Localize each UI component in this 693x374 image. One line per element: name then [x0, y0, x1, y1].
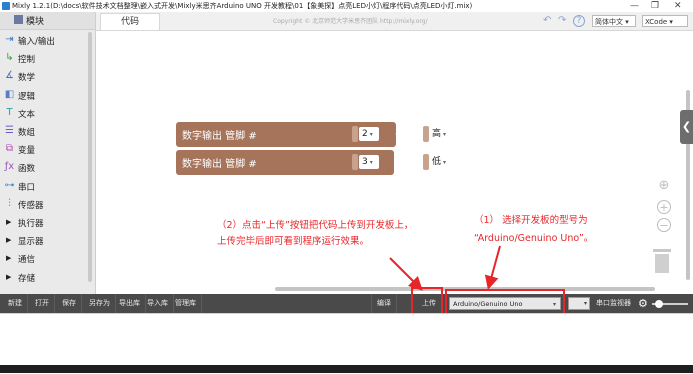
expand-triangle-icon: ▶ [6, 218, 12, 226]
pin-dropdown[interactable]: 2 ▾ [359, 127, 379, 141]
sidebar-item-13[interactable]: ▶ 存储 [0, 269, 95, 287]
level-dropdown[interactable]: 高 ▾ [429, 127, 457, 141]
expand-triangle-icon: ▶ [6, 272, 12, 281]
sidebar-item-10[interactable]: ▶ 执行器 [0, 214, 95, 232]
digital-write-block-1[interactable]: 数字输出 管脚 # 2 ▾ 设为 高 ▾ [176, 122, 457, 147]
sidebar-item-6[interactable]: ⧉ 变量 [0, 141, 95, 159]
assign-label: 设为 [395, 131, 415, 142]
sidebar-header: 模块 [0, 12, 95, 30]
block-label: 数字输出 管脚 # [182, 159, 257, 170]
taskbar [0, 365, 693, 373]
sidebar-item-label: 文本 [18, 109, 36, 120]
sidebar-item-3[interactable]: ◧ 逻辑 [0, 87, 95, 105]
copyright-text: Copyright © 北京师范大学米思齐团队 http://mixly.org… [273, 18, 428, 25]
undo-icon[interactable]: ↶ [543, 15, 551, 26]
math-icon: ∡ [5, 70, 14, 82]
expand-triangle-icon: ▶ [6, 236, 12, 245]
variable-icon: ⧉ [5, 143, 14, 155]
save-button[interactable]: 保存 [57, 294, 82, 313]
save-as-button[interactable]: 另存为 [84, 294, 116, 313]
open-button[interactable]: 打开 [30, 294, 55, 313]
sidebar-item-5[interactable]: ☰ 数组 [0, 123, 95, 141]
logic-icon: ◧ [4, 88, 15, 100]
tab-code[interactable]: 代码 [100, 13, 160, 30]
new-button[interactable]: 新建 [3, 294, 28, 313]
sidebar-item-2[interactable]: ∡ 数学 [0, 68, 95, 86]
modules-icon [14, 15, 23, 24]
sidebar-item-1[interactable]: ↳ 控制 [0, 50, 95, 68]
sidebar-item-label: 逻辑 [18, 91, 36, 102]
blockly-workspace[interactable]: 数字输出 管脚 # 2 ▾ 设为 高 ▾ 数字输出 管脚 # 3 ▾ 设为 低 ▾ [96, 31, 693, 293]
sidebar-item-label: 数学 [18, 73, 36, 84]
sidebar-item-9[interactable]: ⫶ 传感器 [0, 196, 95, 214]
sidebar-item-label: 数组 [18, 128, 36, 138]
sidebar-item-4[interactable]: T 文本 [0, 105, 95, 123]
serial-monitor-button[interactable]: 串口监视器 [596, 294, 631, 313]
sidebar-title: 模块 [26, 17, 45, 27]
zoom-in-icon[interactable]: + [657, 200, 671, 214]
sidebar-item-label: 变量 [18, 146, 36, 157]
sidebar-item-0[interactable]: ⇥ 输入/输出 [0, 32, 95, 50]
sidebar-item-8[interactable]: ⊶ 串口 [0, 178, 95, 196]
sidebar-item-label: 存储 [18, 273, 36, 284]
gear-icon[interactable]: ⚙ [638, 297, 648, 310]
sidebar-item-label: 通信 [18, 255, 36, 266]
upload-annotation-line2: 上传完毕后即可看到程序运行效果。 [217, 236, 370, 247]
close-button[interactable]: ✕ [674, 0, 682, 12]
control-icon: ↳ [5, 52, 14, 64]
sidebar-item-11[interactable]: ▶ 显示器 [0, 232, 95, 250]
minimize-button[interactable]: — [630, 0, 639, 12]
manage-library-button[interactable]: 管理库 [170, 294, 202, 313]
center-icon[interactable]: ⊕ [657, 179, 671, 193]
sidebar-item-7[interactable]: ƒx 函数 [0, 159, 95, 177]
digital-write-block-2[interactable]: 数字输出 管脚 # 3 ▾ 设为 低 ▾ [176, 150, 457, 175]
block-label: 数字输出 管脚 # [182, 131, 257, 142]
expand-triangle-icon: ▶ [6, 254, 12, 263]
function-icon: ƒx [4, 161, 15, 173]
port-select[interactable]: ▾ [568, 297, 590, 310]
sidebar-item-label: 输入/输出 [18, 37, 55, 47]
window-title: Mixly 1.2.1(D:\docs\软件技术文档整理\嵌入式开发\Mixly… [12, 2, 473, 10]
board-annotation-line2: “Arduino/Genuino Uno”。 [474, 233, 594, 244]
sidebar-item-12[interactable]: ▶ 通信 [0, 250, 95, 268]
sidebar-scrollbar[interactable] [88, 32, 92, 282]
assign-label: 设为 [395, 159, 415, 170]
language-select[interactable]: 简体中文 ▾ [592, 15, 636, 27]
editor-tab-bar: 代码 Copyright © 北京师范大学米思齐团队 http://mixly.… [96, 12, 693, 31]
redo-icon[interactable]: ↷ [558, 15, 566, 26]
size-slider-knob[interactable] [655, 300, 663, 308]
sensor-icon: ⫶ [8, 197, 11, 209]
sidebar-item-label: 串口 [18, 182, 36, 193]
upload-annotation-line1: （2）点击“上传”按钮把代码上传到开发板上， [217, 220, 414, 231]
maximize-button[interactable]: ❐ [651, 0, 659, 12]
theme-select[interactable]: XCode ▾ [642, 15, 688, 27]
trash-icon[interactable] [653, 249, 671, 273]
level-dropdown[interactable]: 低 ▾ [429, 155, 457, 169]
array-icon: ☰ [5, 125, 14, 136]
sidebar-item-label: 显示器 [18, 237, 44, 248]
text-icon: T [6, 106, 13, 118]
sidebar-item-label: 执行器 [18, 219, 44, 229]
sidebar-item-label: 控制 [18, 55, 36, 66]
pin-dropdown[interactable]: 3 ▾ [359, 155, 379, 169]
compile-button[interactable]: 编译 [371, 294, 397, 313]
serial-icon: ⊶ [4, 179, 15, 191]
bottom-toolbar: 新建 打开 保存 另存为 导出库 导入库 管理库 编译 上传 Arduino/G… [0, 294, 693, 313]
zoom-out-icon[interactable]: − [657, 218, 671, 232]
io-icon: ⇥ [5, 34, 14, 45]
board-annotation-line1: （1） 选择开发板的型号为 [474, 215, 588, 226]
collapse-panel-icon[interactable]: ❮ [680, 110, 693, 144]
sidebar-item-label: 函数 [18, 164, 36, 175]
help-icon[interactable]: ? [573, 15, 585, 27]
app-icon [2, 2, 10, 10]
block-category-sidebar: 模块 ⇥ 输入/输出 ↳ 控制 ∡ 数学 ◧ 逻辑 T 文本 ☰ 数组 ⧉ 变量 ƒx 函数 ⊶ 串口 ⫶ 传感器 ▶ 执… [0, 12, 96, 295]
sidebar-item-label: 传感器 [18, 200, 44, 211]
